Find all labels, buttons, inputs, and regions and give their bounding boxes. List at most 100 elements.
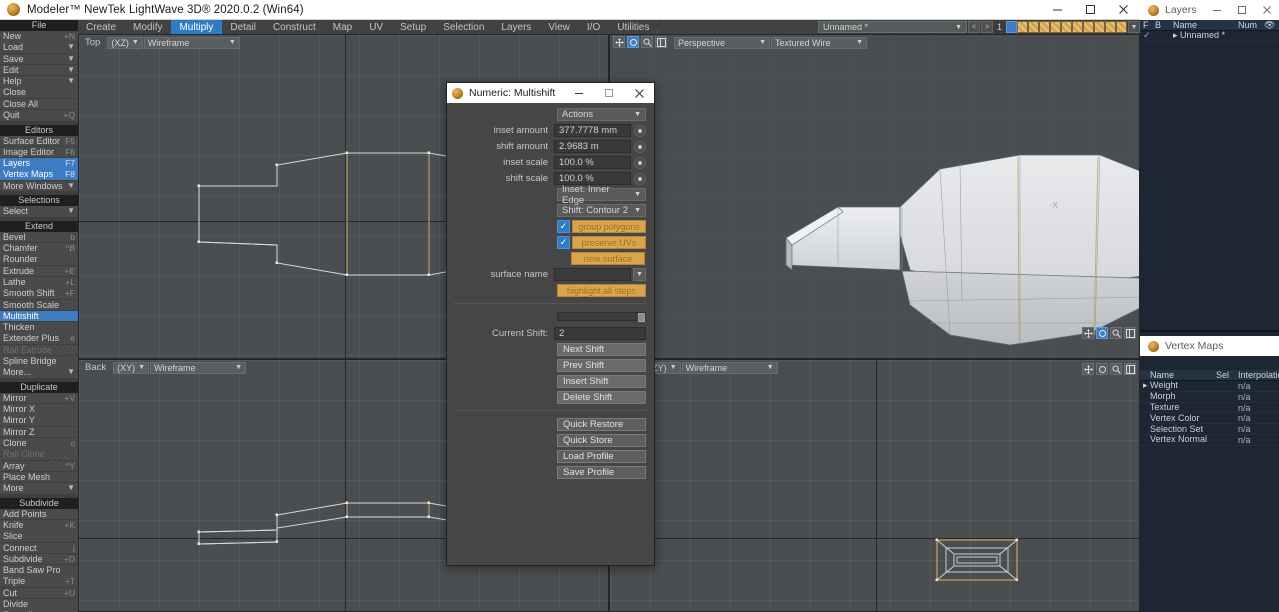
move-view-icon[interactable] bbox=[1082, 363, 1094, 375]
viewport-top-name[interactable]: Top bbox=[81, 37, 106, 48]
layer-cell-3[interactable] bbox=[1028, 21, 1039, 33]
field-input-inset-amount[interactable]: 377.7778 mm bbox=[554, 124, 631, 137]
maximize-button[interactable] bbox=[1074, 0, 1107, 20]
layers-window[interactable]: Layers F B Name Num 👁 ✓ ▸ Unnamed * bbox=[1140, 0, 1279, 330]
sidebar-item-spline-bridge[interactable]: Spline Bridge bbox=[0, 355, 78, 367]
preserve-uvs-label[interactable]: preserve UVs bbox=[572, 236, 646, 249]
sidebar-item-band-saw-pro[interactable]: Band Saw Pro bbox=[0, 565, 78, 576]
preserve-uvs-checkbox[interactable]: ✓ bbox=[557, 236, 570, 249]
sidebar-item-lathe[interactable]: Lathe +L bbox=[0, 277, 78, 288]
layer-cell-1[interactable] bbox=[1006, 21, 1017, 33]
field-input-shift-amount[interactable]: 2.9683 m bbox=[554, 140, 631, 153]
envelope-icon[interactable] bbox=[634, 156, 646, 169]
viewport-perspective-icon-row[interactable] bbox=[613, 36, 667, 48]
layer-cells[interactable] bbox=[1006, 21, 1127, 33]
sidebar-item-multishift[interactable]: Multishift bbox=[0, 310, 78, 322]
prev-shift-button[interactable]: Prev Shift bbox=[557, 359, 646, 372]
tab-multiply[interactable]: Multiply bbox=[171, 20, 223, 34]
actions-dropdown[interactable]: Actions ▼ bbox=[557, 108, 646, 121]
sidebar-item-place-mesh[interactable]: Place Mesh bbox=[0, 471, 78, 483]
sidebar-item-help[interactable]: Help ▼ bbox=[0, 76, 78, 87]
viewport-right-corner-icons[interactable] bbox=[1082, 363, 1136, 375]
layer-foreground-flag[interactable]: ✓ bbox=[1140, 30, 1152, 41]
layer-selector-bar[interactable]: Unnamed * ▼ < > 1 ▼ bbox=[818, 20, 1140, 34]
sidebar-item-select[interactable]: Select ▼ bbox=[0, 206, 78, 217]
maximize-view-icon[interactable] bbox=[1124, 363, 1136, 375]
vertex-map-name[interactable]: ▸ Vertex Normal bbox=[1140, 434, 1213, 445]
layer-cell-10[interactable] bbox=[1105, 21, 1116, 33]
tab-i-o[interactable]: I/O bbox=[578, 20, 610, 34]
layer-cell-7[interactable] bbox=[1072, 21, 1083, 33]
layer-more-button[interactable]: ▼ bbox=[1128, 21, 1140, 33]
sidebar-item-edit[interactable]: Edit ▼ bbox=[0, 64, 78, 76]
numeric-multishift-panel[interactable]: Numeric: Multishift Actions ▼ inset amou… bbox=[446, 82, 655, 566]
profile-buttons[interactable]: Quick Restore Quick Store Load Profile Save… bbox=[454, 418, 646, 479]
sidebar-item-mirror-z[interactable]: Mirror Z bbox=[0, 426, 78, 438]
layers-close-button[interactable] bbox=[1254, 0, 1279, 20]
vertex-map-name[interactable]: ▸ Texture bbox=[1140, 402, 1213, 413]
new-surface-button[interactable]: new surface bbox=[571, 252, 645, 265]
sidebar-item-close[interactable]: Close bbox=[0, 87, 78, 98]
viewport-right-shading-dropdown[interactable]: Wireframe ▼ bbox=[681, 361, 778, 374]
envelope-icon[interactable] bbox=[634, 172, 646, 185]
panel-numeric-fields[interactable]: inset amount 377.7778 mm shift amount 2.968… bbox=[454, 124, 646, 185]
tab-construct[interactable]: Construct bbox=[264, 20, 325, 34]
shift-slider-track[interactable] bbox=[557, 312, 646, 321]
viewport-top-header[interactable]: Top (XZ) ▼ Wireframe ▼ bbox=[79, 35, 240, 50]
current-shift-row[interactable]: Current Shift: 2 bbox=[454, 327, 646, 340]
sidebar-item-chamfer[interactable]: Chamfer ^B bbox=[0, 243, 78, 254]
layers-table-row[interactable]: ✓ ▸ Unnamed * bbox=[1140, 30, 1279, 42]
viewport-perspective[interactable]: -X Perspective ▼ Textured Wire ▼ bbox=[609, 34, 1140, 359]
tab-uv[interactable]: UV bbox=[361, 20, 393, 34]
shift-slider-knob[interactable] bbox=[638, 313, 645, 322]
vertex-maps-window[interactable]: Vertex Maps Name Sel Interpolation ▸ Wei… bbox=[1140, 336, 1279, 612]
sidebar-item-quit[interactable]: Quit +Q bbox=[0, 109, 78, 121]
layer-cell-4[interactable] bbox=[1039, 21, 1050, 33]
current-shift-input[interactable]: 2 bbox=[554, 327, 646, 340]
sidebar-item-thicken[interactable]: Thicken bbox=[0, 322, 78, 333]
zoom-view-icon[interactable] bbox=[1110, 327, 1122, 339]
sidebar-item-smooth-shift[interactable]: Smooth Shift +F bbox=[0, 288, 78, 299]
sidebar-item-mirror-y[interactable]: Mirror Y bbox=[0, 415, 78, 426]
highlight-all-steps-button[interactable]: highlight all steps bbox=[557, 284, 646, 297]
next-layer-button[interactable]: > bbox=[981, 21, 993, 33]
save-profile-button[interactable]: Save Profile bbox=[557, 466, 646, 479]
sidebar-item-add-points[interactable]: Add Points bbox=[0, 508, 78, 520]
tab-layers[interactable]: Layers bbox=[493, 20, 541, 34]
sidebar-item-connect[interactable]: Connect | bbox=[0, 542, 78, 554]
shift-slider[interactable] bbox=[557, 311, 646, 322]
layers-rows[interactable]: ✓ ▸ Unnamed * bbox=[1140, 30, 1279, 42]
tab-detail[interactable]: Detail bbox=[222, 20, 265, 34]
layers-maximize-button[interactable] bbox=[1229, 0, 1254, 20]
shift-mode-dropdown[interactable]: Shift: Contour 2 ▼ bbox=[557, 204, 646, 217]
group-polygons-row[interactable]: ✓ group polygons bbox=[557, 220, 646, 233]
move-view-icon[interactable] bbox=[613, 36, 625, 48]
sidebar-item-rounder[interactable]: Rounder bbox=[0, 254, 78, 266]
viewport-perspective-shading-dropdown[interactable]: Textured Wire ▼ bbox=[771, 36, 867, 49]
viewport-top-axis-dropdown[interactable]: (XZ) ▼ bbox=[107, 36, 143, 49]
vertex-map-name[interactable]: ▸ Selection Set bbox=[1140, 424, 1213, 435]
panel-minimize-button[interactable] bbox=[564, 83, 594, 103]
next-shift-button[interactable]: Next Shift bbox=[557, 343, 646, 356]
sidebar-item-surface-editor[interactable]: Surface Editor F5 bbox=[0, 135, 78, 147]
sidebar-item-save[interactable]: Save ▼ bbox=[0, 53, 78, 65]
group-polygons-checkbox[interactable]: ✓ bbox=[557, 220, 570, 233]
field-row-shift-amount[interactable]: shift amount 2.9683 m bbox=[454, 140, 646, 153]
move-view-icon[interactable] bbox=[1082, 327, 1094, 339]
sidebar-item-cut[interactable]: Cut +U bbox=[0, 587, 78, 599]
sidebar-item-image-editor[interactable]: Image Editor F6 bbox=[0, 146, 78, 158]
prev-layer-button[interactable]: < bbox=[968, 21, 980, 33]
preserve-uvs-row[interactable]: ✓ preserve UVs bbox=[557, 236, 646, 249]
layers-minimize-button[interactable] bbox=[1204, 0, 1229, 20]
panel-maximize-button[interactable] bbox=[594, 83, 624, 103]
sidebar-item-more-[interactable]: More... ▼ bbox=[0, 367, 78, 378]
shift-step-buttons[interactable]: Next Shift Prev Shift Insert Shift Delete S… bbox=[454, 343, 646, 404]
layer-name[interactable]: ▸ Unnamed * bbox=[1170, 30, 1235, 41]
layer-cell-11[interactable] bbox=[1116, 21, 1127, 33]
layer-cell-6[interactable] bbox=[1061, 21, 1072, 33]
vertex-map-row[interactable]: ▸ Weight n/a bbox=[1140, 380, 1279, 392]
quick-restore-button[interactable]: Quick Restore bbox=[557, 418, 646, 431]
maximize-view-icon[interactable] bbox=[655, 36, 667, 48]
sidebar-item-vertex-maps[interactable]: Vertex Maps F8 bbox=[0, 169, 78, 180]
tab-modify[interactable]: Modify bbox=[125, 20, 172, 34]
